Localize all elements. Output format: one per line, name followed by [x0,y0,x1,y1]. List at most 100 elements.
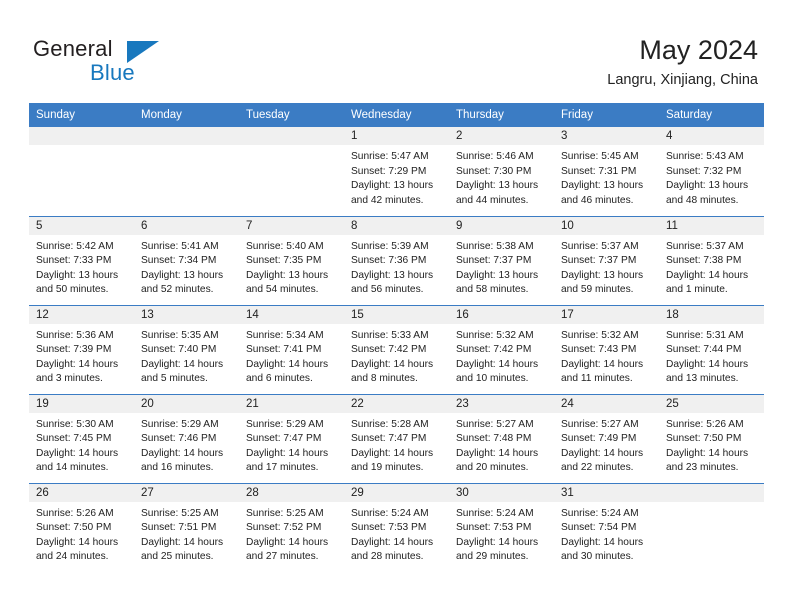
day-number: 16 [449,305,554,324]
calendar-page: General Blue May 2024 Langru, Xinjiang, … [0,0,792,612]
day-number: 1 [344,127,449,145]
calendar-day-cell[interactable]: 29 Sunrise: 5:24 AM Sunset: 7:53 PM Dayligh… [344,482,449,572]
calendar-day-cell[interactable]: 20 Sunrise: 5:29 AM Sunset: 7:46 PM Dayligh… [134,393,239,483]
day-details: Sunrise: 5:24 AM Sunset: 7:53 PM Daylight:… [449,502,554,565]
day-number: 18 [659,305,764,324]
daylight-text-line1: Daylight: 13 hours [456,180,539,192]
calendar-day-cell[interactable]: 5 Sunrise: 5:42 AM Sunset: 7:33 PM Daylight… [29,215,134,305]
calendar-day-cell[interactable]: 10 Sunrise: 5:37 AM Sunset: 7:37 PM Dayligh… [554,215,659,305]
sunset-text: Sunset: 7:54 PM [561,522,637,534]
calendar-day-cell[interactable]: 25 Sunrise: 5:26 AM Sunset: 7:50 PM Dayligh… [659,393,764,483]
day-number: 15 [344,305,449,324]
daylight-text-line2: and 24 minutes. [36,551,109,563]
page-header: General Blue May 2024 Langru, Xinjiang, … [0,0,792,100]
day-number: 11 [659,216,764,235]
calendar-day-cell[interactable]: 26 Sunrise: 5:26 AM Sunset: 7:50 PM Dayligh… [29,482,134,572]
daylight-text-line1: Daylight: 14 hours [141,536,224,548]
day-details: Sunrise: 5:42 AM Sunset: 7:33 PM Daylight:… [29,235,134,298]
calendar-day-cell[interactable]: 4 Sunrise: 5:43 AM Sunset: 7:32 PM Daylight… [659,127,764,216]
sunset-text: Sunset: 7:48 PM [456,433,532,445]
calendar-day-cell[interactable]: 3 Sunrise: 5:45 AM Sunset: 7:31 PM Daylight… [554,127,659,216]
calendar-day-cell[interactable]: 16 Sunrise: 5:32 AM Sunset: 7:42 PM Dayligh… [449,304,554,394]
day-details: Sunrise: 5:32 AM Sunset: 7:43 PM Daylight:… [554,324,659,387]
day-number: 31 [554,483,659,502]
daylight-text-line2: and 42 minutes. [351,194,424,206]
calendar-day-cell[interactable]: 13 Sunrise: 5:35 AM Sunset: 7:40 PM Dayligh… [134,304,239,394]
sunset-text: Sunset: 7:33 PM [36,255,112,267]
calendar-day-cell[interactable]: 9 Sunrise: 5:38 AM Sunset: 7:37 PM Daylight… [449,215,554,305]
daylight-text-line2: and 11 minutes. [561,373,633,385]
calendar-day-cell[interactable]: 27 Sunrise: 5:25 AM Sunset: 7:51 PM Dayligh… [134,482,239,572]
calendar-day-cell[interactable]: 22 Sunrise: 5:28 AM Sunset: 7:47 PM Dayligh… [344,393,449,483]
calendar-day-cell[interactable]: 2 Sunrise: 5:46 AM Sunset: 7:30 PM Daylight… [449,127,554,216]
daylight-text-line2: and 19 minutes. [351,462,424,474]
calendar-day-cell[interactable]: 14 Sunrise: 5:34 AM Sunset: 7:41 PM Dayligh… [239,304,344,394]
day-details: Sunrise: 5:47 AM Sunset: 7:29 PM Daylight:… [344,145,449,208]
daylight-text-line2: and 3 minutes. [36,373,103,385]
day-details: Sunrise: 5:43 AM Sunset: 7:32 PM Daylight:… [659,145,764,208]
day-details: Sunrise: 5:32 AM Sunset: 7:42 PM Daylight:… [449,324,554,387]
sunrise-text: Sunrise: 5:35 AM [141,329,219,341]
sunset-text: Sunset: 7:37 PM [561,255,637,267]
day-number: 8 [344,216,449,235]
daylight-text-line1: Daylight: 14 hours [36,536,119,548]
general-blue-logo[interactable]: General Blue [33,36,213,88]
sunrise-text: Sunrise: 5:26 AM [36,507,114,519]
calendar-day-cell[interactable]: 7 Sunrise: 5:40 AM Sunset: 7:35 PM Daylight… [239,215,344,305]
sunrise-text: Sunrise: 5:38 AM [456,240,534,252]
daylight-text-line2: and 25 minutes. [141,551,214,563]
day-number: 25 [659,394,764,413]
daylight-text-line1: Daylight: 14 hours [666,447,749,459]
day-number: 19 [29,394,134,413]
calendar-day-cell[interactable]: 11 Sunrise: 5:37 AM Sunset: 7:38 PM Dayligh… [659,215,764,305]
sunset-text: Sunset: 7:47 PM [351,433,427,445]
calendar-week-row: 26 Sunrise: 5:26 AM Sunset: 7:50 PM Dayligh… [29,482,764,572]
day-details: Sunrise: 5:26 AM Sunset: 7:50 PM Daylight:… [659,413,764,476]
sunrise-text: Sunrise: 5:27 AM [561,418,639,430]
calendar-day-cell[interactable]: 23 Sunrise: 5:27 AM Sunset: 7:48 PM Dayligh… [449,393,554,483]
weekday-header-wednesday: Wednesday [344,103,449,127]
daylight-text-line1: Daylight: 13 hours [246,269,329,281]
calendar-day-cell[interactable]: 15 Sunrise: 5:33 AM Sunset: 7:42 PM Dayligh… [344,304,449,394]
weekday-header-thursday: Thursday [449,103,554,127]
day-details: Sunrise: 5:38 AM Sunset: 7:37 PM Daylight:… [449,235,554,298]
calendar-day-cell[interactable]: 17 Sunrise: 5:32 AM Sunset: 7:43 PM Dayligh… [554,304,659,394]
day-details: Sunrise: 5:28 AM Sunset: 7:47 PM Daylight:… [344,413,449,476]
calendar-day-cell[interactable]: 19 Sunrise: 5:30 AM Sunset: 7:45 PM Dayligh… [29,393,134,483]
day-number: 20 [134,394,239,413]
day-number: 14 [239,305,344,324]
day-number: 26 [29,483,134,502]
day-details: Sunrise: 5:34 AM Sunset: 7:41 PM Daylight:… [239,324,344,387]
calendar-day-cell[interactable]: 28 Sunrise: 5:25 AM Sunset: 7:52 PM Dayligh… [239,482,344,572]
calendar-day-cell[interactable]: 18 Sunrise: 5:31 AM Sunset: 7:44 PM Dayligh… [659,304,764,394]
calendar-day-cell[interactable]: 6 Sunrise: 5:41 AM Sunset: 7:34 PM Daylight… [134,215,239,305]
calendar-day-cell[interactable]: 12 Sunrise: 5:36 AM Sunset: 7:39 PM Dayligh… [29,304,134,394]
calendar-day-cell[interactable]: 30 Sunrise: 5:24 AM Sunset: 7:53 PM Dayligh… [449,482,554,572]
day-details: Sunrise: 5:29 AM Sunset: 7:47 PM Daylight:… [239,413,344,476]
daylight-text-line1: Daylight: 13 hours [36,269,119,281]
sunrise-text: Sunrise: 5:30 AM [36,418,114,430]
daylight-text-line2: and 48 minutes. [666,194,739,206]
calendar-week-row: 1 Sunrise: 5:47 AM Sunset: 7:29 PM Daylight… [29,127,764,216]
daylight-text-line2: and 16 minutes. [141,462,214,474]
sunset-text: Sunset: 7:44 PM [666,344,742,356]
calendar-table: Sunday Monday Tuesday Wednesday Thursday Frid… [29,103,764,572]
calendar-header-row: Sunday Monday Tuesday Wednesday Thursday Frid… [29,103,764,127]
page-title: May 2024 [639,35,758,65]
sunrise-text: Sunrise: 5:29 AM [246,418,324,430]
daylight-text-line2: and 22 minutes. [561,462,634,474]
daylight-text-line2: and 54 minutes. [246,284,319,296]
calendar-day-cell[interactable]: 31 Sunrise: 5:24 AM Sunset: 7:54 PM Dayligh… [554,482,659,572]
sunrise-text: Sunrise: 5:40 AM [246,240,324,252]
daylight-text-line1: Daylight: 14 hours [666,269,749,281]
calendar-day-cell[interactable]: 1 Sunrise: 5:47 AM Sunset: 7:29 PM Daylight… [344,127,449,216]
calendar-day-cell[interactable]: 8 Sunrise: 5:39 AM Sunset: 7:36 PM Daylight… [344,215,449,305]
day-number: 6 [134,216,239,235]
day-details: Sunrise: 5:41 AM Sunset: 7:34 PM Daylight:… [134,235,239,298]
calendar-day-cell-empty [239,127,344,216]
sunset-text: Sunset: 7:53 PM [351,522,427,534]
calendar-day-cell[interactable]: 21 Sunrise: 5:29 AM Sunset: 7:47 PM Dayligh… [239,393,344,483]
weekday-header-sunday: Sunday [29,103,134,127]
sunset-text: Sunset: 7:42 PM [351,344,427,356]
calendar-day-cell[interactable]: 24 Sunrise: 5:27 AM Sunset: 7:49 PM Dayligh… [554,393,659,483]
